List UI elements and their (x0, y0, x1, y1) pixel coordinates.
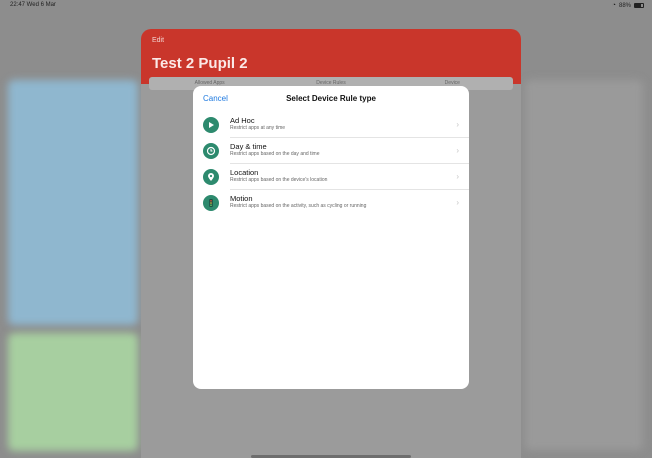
rule-title: Ad Hoc (230, 116, 255, 125)
battery-percent: 88% (618, 2, 631, 9)
edit-button[interactable]: Edit (152, 37, 164, 44)
status-time: 22:47 Wed 6 Mar (10, 2, 56, 8)
status-indicators: ◔ 88% (612, 2, 644, 9)
clock-icon (203, 143, 219, 159)
chevron-right-icon: › (456, 120, 459, 129)
rule-type-list: Ad Hoc Restrict apps at any time › Day &… (193, 112, 469, 216)
rule-subtitle: Restrict apps at any time (230, 125, 286, 131)
wifi-icon: ◔ (611, 2, 616, 9)
screen: 22:47 Wed 6 Mar ◔ 88% Edit Test 2 Pupil … (0, 0, 652, 458)
rule-item-day-time[interactable]: Day & time Restrict apps based on the da… (193, 138, 469, 164)
modal-header: Cancel Select Device Rule type (193, 86, 469, 110)
rule-item-motion[interactable]: Motion Restrict apps based on the activi… (193, 190, 469, 216)
modal-title: Select Device Rule type (286, 94, 376, 103)
location-pin-icon (203, 169, 219, 185)
battery-icon (634, 3, 644, 8)
chevron-right-icon: › (456, 198, 459, 207)
rule-item-location[interactable]: Location Restrict apps based on the devi… (193, 164, 469, 190)
rule-item-ad-hoc[interactable]: Ad Hoc Restrict apps at any time › (193, 112, 469, 138)
rule-type-modal: Cancel Select Device Rule type Ad Hoc Re… (193, 86, 469, 389)
rule-title: Location (230, 168, 259, 177)
status-bar: 22:47 Wed 6 Mar ◔ 88% (0, 0, 652, 12)
rule-subtitle: Restrict apps based on the activity, suc… (230, 203, 367, 209)
background-panel-blue (8, 80, 138, 325)
sheet-header: Edit Test 2 Pupil 2 (141, 29, 521, 84)
chevron-right-icon: › (456, 172, 459, 181)
background-panel-right (525, 80, 643, 450)
traffic-light-icon (203, 195, 219, 211)
play-icon (203, 117, 219, 133)
background-panel-green (8, 333, 138, 451)
rule-title: Day & time (230, 142, 267, 151)
chevron-right-icon: › (456, 146, 459, 155)
rule-subtitle: Restrict apps based on the day and time (230, 151, 320, 157)
page-title: Test 2 Pupil 2 (152, 55, 248, 72)
rule-subtitle: Restrict apps based on the device's loca… (230, 177, 328, 183)
rule-title: Motion (230, 194, 253, 203)
